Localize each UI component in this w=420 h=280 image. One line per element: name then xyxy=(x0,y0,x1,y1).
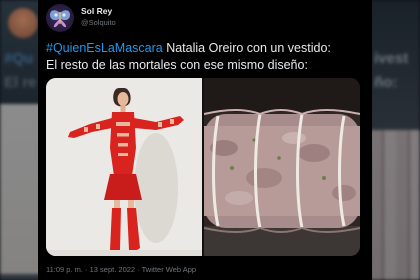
author-name[interactable]: Sol Rey xyxy=(81,6,112,16)
blurred-avatar xyxy=(8,8,38,38)
blurred-hashtag-text: #Qu xyxy=(4,50,34,67)
blurred-background-right: ivest ño: xyxy=(370,0,420,280)
mask-icon xyxy=(50,10,70,28)
author-avatar[interactable] xyxy=(46,4,74,32)
tweet-text-line1: Natalia Oreiro con un vestido: xyxy=(162,41,331,55)
media-photo-left[interactable] xyxy=(46,78,202,256)
author-handle[interactable]: @Solquito xyxy=(81,18,116,27)
tweet-timestamp[interactable]: 11:09 p. m. · 13 sept. 2022 · Twitter We… xyxy=(46,265,196,274)
tweet-text-line2: El resto de las mortales con ese mismo d… xyxy=(46,58,308,72)
media-photo-right[interactable] xyxy=(203,78,360,256)
blurred-body-text: El re xyxy=(4,74,37,91)
tweet-text: #QuienEsLaMascara Natalia Oreiro con un … xyxy=(46,40,368,74)
hashtag-link[interactable]: #QuienEsLaMascara xyxy=(46,41,163,55)
woman-in-red-dress-image xyxy=(46,78,202,256)
blurred-body-text: ivest xyxy=(374,50,409,67)
blurred-body-text: ño: xyxy=(374,74,398,91)
rolled-meat-roast-image xyxy=(203,78,360,256)
tweet-media[interactable] xyxy=(46,78,360,256)
tweet-card[interactable]: Sol Rey @Solquito #QuienEsLaMascara Nata… xyxy=(38,0,372,280)
blurred-photo xyxy=(370,130,420,280)
